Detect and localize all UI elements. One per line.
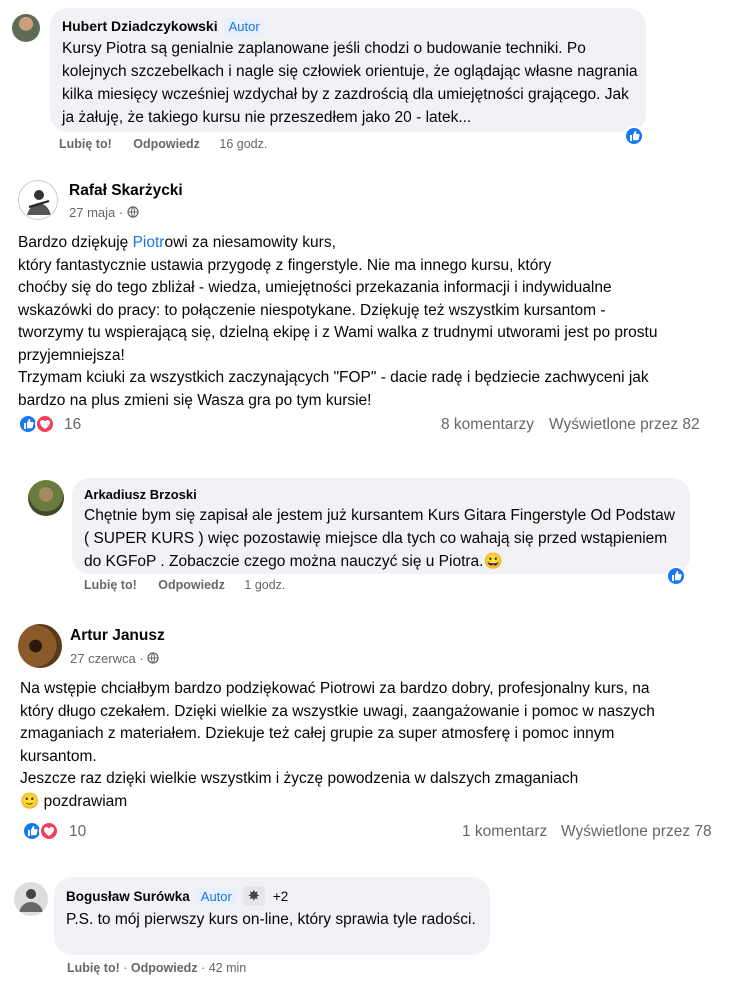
- globe-icon: [147, 652, 159, 664]
- avatar[interactable]: [18, 624, 62, 668]
- views-count[interactable]: Wyświetlone przez 78: [561, 823, 712, 841]
- avatar[interactable]: [12, 14, 40, 42]
- comment-time[interactable]: 42 min: [209, 961, 247, 975]
- comment-text: Kursy Piotra są genialnie zaplanowane je…: [62, 40, 638, 126]
- reaction-icons[interactable]: [22, 821, 64, 843]
- comment-time[interactable]: 1 godz.: [244, 578, 285, 592]
- author-badge: Autor: [223, 18, 265, 35]
- post-author[interactable]: Rafał Skarżycki: [69, 182, 183, 200]
- comments-count[interactable]: 8 komentarzy: [441, 416, 534, 434]
- grinning-emoji: 😀: [483, 553, 503, 570]
- comment-author[interactable]: Hubert Dziadczykowski Autor: [62, 18, 634, 35]
- comment-bubble: Arkadiusz Brzoski Chętnie bym się zapisa…: [72, 478, 690, 574]
- comment-author[interactable]: Arkadiusz Brzoski: [84, 487, 678, 502]
- comment-actions: Lubię to! · Odpowiedz · 42 min: [67, 961, 247, 975]
- post-date[interactable]: 27 czerwca ·: [70, 651, 159, 666]
- avatar[interactable]: [18, 180, 58, 220]
- like-button[interactable]: Lubię to!: [84, 578, 137, 592]
- comment-bubble: Hubert Dziadczykowski Autor Kursy Piotra …: [50, 8, 646, 132]
- reaction-icons[interactable]: [18, 414, 60, 436]
- avatar[interactable]: [14, 882, 48, 916]
- post-author[interactable]: Artur Janusz: [70, 627, 165, 645]
- top-fan-badge-icon: ✸: [242, 886, 265, 906]
- reply-button[interactable]: Odpowiedz: [133, 137, 200, 151]
- comments-count[interactable]: 1 komentarz: [462, 823, 547, 841]
- author-badge: Autor: [195, 887, 237, 905]
- reaction-count[interactable]: 16: [64, 416, 81, 434]
- comment-actions: Lubię to! Odpowiedz 1 godz.: [84, 578, 285, 592]
- guitarist-icon: [27, 190, 51, 215]
- post-date[interactable]: 27 maja ·: [69, 205, 139, 220]
- post-text: Na wstępie chciałbym bardzo podziękować …: [20, 680, 655, 810]
- comment-time[interactable]: 16 godz.: [219, 137, 267, 151]
- views-count[interactable]: Wyświetlone przez 82: [549, 416, 700, 434]
- like-reaction-icon[interactable]: [624, 126, 644, 146]
- like-reaction-icon[interactable]: [666, 566, 686, 586]
- reply-button[interactable]: Odpowiedz: [158, 578, 225, 592]
- smile-emoji: 🙂: [20, 792, 40, 810]
- comment-text: Chętnie bym się zapisał ale jestem już k…: [84, 507, 675, 570]
- like-button[interactable]: Lubię to!: [59, 137, 112, 151]
- post-text: Bardzo dziękuję Piotrowi za niesamowity …: [18, 234, 658, 409]
- comment-author[interactable]: Bogusław Surówka Autor ✸ +2: [66, 886, 478, 906]
- comment-text: P.S. to mój pierwszy kurs on-line, który…: [66, 911, 476, 928]
- more-badges-count[interactable]: +2: [273, 889, 288, 904]
- like-button[interactable]: Lubię to!: [67, 961, 120, 975]
- love-icon: [35, 414, 55, 434]
- globe-icon: [127, 206, 139, 218]
- guitarist-icon: [19, 889, 43, 912]
- love-icon: [39, 821, 59, 841]
- reply-button[interactable]: Odpowiedz: [131, 961, 198, 975]
- avatar[interactable]: [28, 480, 64, 516]
- comment-bubble: Bogusław Surówka Autor ✸ +2 P.S. to mój …: [54, 877, 490, 955]
- mention-link[interactable]: Piotr: [133, 234, 165, 251]
- reaction-count[interactable]: 10: [69, 823, 86, 841]
- comment-actions: Lubię to! Odpowiedz 16 godz.: [59, 137, 267, 151]
